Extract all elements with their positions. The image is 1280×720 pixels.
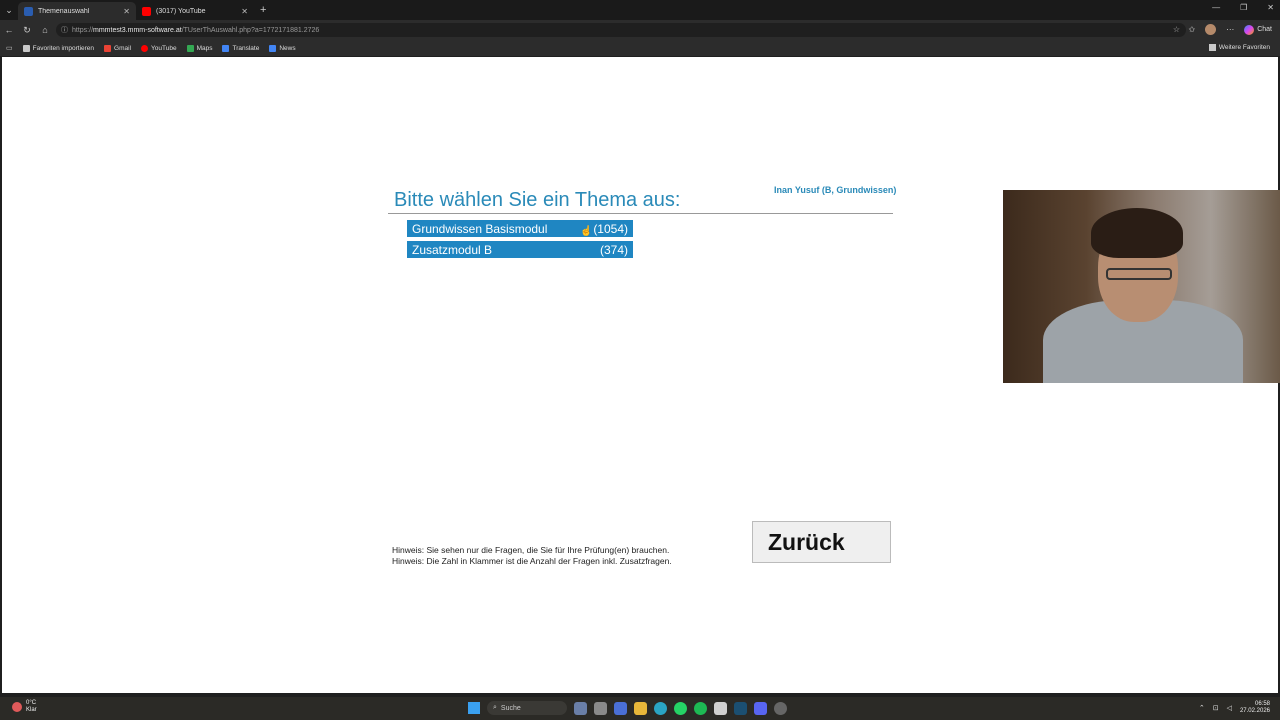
topic-name: Grundwissen Basismodul (412, 221, 548, 236)
folder-icon (1208, 44, 1216, 51)
steam-icon[interactable] (734, 701, 747, 715)
tab-title: Themenauswahl (38, 7, 90, 15)
spotify-icon[interactable] (694, 701, 707, 715)
file-explorer-icon[interactable] (634, 701, 647, 715)
copilot-icon (1244, 24, 1255, 35)
weather-icon (12, 702, 22, 712)
app-icon[interactable] (614, 701, 627, 715)
gmail-icon (104, 44, 112, 52)
hand-cursor-icon: ☝ (580, 226, 593, 237)
network-icon[interactable]: ⊡ (1213, 704, 1219, 712)
bookmark-label: Favoriten importieren (32, 44, 95, 52)
tab-actions-menu-icon[interactable]: ▭ (6, 44, 13, 52)
webcam-person-glasses (1106, 268, 1172, 280)
widgets-icon[interactable] (594, 701, 607, 715)
topic-count: (1054) (593, 221, 628, 236)
tab-bar: ⌄ Themenauswahl ✕ (3017) YouTube ✕ + — ❐… (0, 0, 1280, 20)
bookmark-label: Gmail (114, 44, 132, 52)
app-icon[interactable] (774, 701, 787, 715)
bookmark-youtube[interactable]: YouTube (141, 44, 177, 52)
other-favorites-label: Weitere Favoriten (1218, 44, 1270, 51)
task-view-icon[interactable] (574, 701, 587, 715)
clock-time: 06:58 (1254, 701, 1270, 707)
bookmark-news[interactable]: News (269, 44, 296, 52)
back-button[interactable]: Zurück (752, 521, 891, 563)
hint-text: Hinweis: Sie sehen nur die Fragen, die S… (392, 545, 670, 555)
translate-icon (222, 44, 230, 52)
bookmark-maps[interactable]: Maps (186, 44, 213, 52)
taskbar-search[interactable]: ⌕ Suche (487, 701, 567, 715)
site-favicon-icon (24, 6, 33, 16)
bookmark-label: Maps (196, 44, 213, 52)
favorite-star-icon[interactable]: ☆ (1173, 25, 1180, 34)
bookmark-label: News (279, 44, 296, 52)
topic-count: (374) (599, 242, 628, 257)
hint-text: Hinweis: Die Zahl in Klammer ist die Anz… (392, 556, 672, 566)
bookmark-translate[interactable]: Translate (222, 44, 260, 52)
clock[interactable]: 06:58 27.02.2026 (1240, 701, 1270, 715)
other-favorites[interactable]: Weitere Favoriten (1208, 44, 1270, 51)
bookmark-import-favorites[interactable]: Favoriten importieren (22, 44, 95, 52)
url-prefix: https:// (72, 26, 94, 34)
chat-label: Chat (1257, 26, 1272, 33)
tab-youtube[interactable]: (3017) YouTube ✕ (136, 2, 254, 20)
tab-actions-icon[interactable]: ⌄ (0, 0, 18, 20)
webcam-person-hair (1091, 208, 1183, 258)
youtube-favicon-icon (142, 6, 151, 16)
tab-title: (3017) YouTube (156, 7, 206, 15)
bookmark-label: YouTube (151, 44, 177, 52)
system-tray: ⌃ ⊡ ◁ 06:58 27.02.2026 (1199, 701, 1270, 715)
volume-icon[interactable]: ◁ (1227, 704, 1232, 712)
site-info-icon[interactable]: ⓘ (61, 25, 68, 35)
taskbar-apps: ⌕ Suche (468, 701, 787, 715)
new-tab-icon[interactable]: + (260, 4, 266, 16)
topic-name: Zusatzmodul B (412, 242, 493, 257)
close-window-icon[interactable]: ✕ (1267, 3, 1274, 12)
window-controls: — ❐ ✕ (1212, 3, 1274, 12)
maximize-icon[interactable]: ❐ (1240, 3, 1247, 12)
folder-icon (22, 44, 30, 52)
clock-date: 27.02.2026 (1239, 708, 1270, 714)
home-icon[interactable]: ⌂ (36, 25, 54, 35)
user-info: Inan Yusuf (B, Grundwissen) (774, 185, 897, 195)
windows-start-icon[interactable] (468, 702, 480, 714)
url-host: mmmtest3.mmm-software.at (93, 26, 182, 34)
search-label: Suche (500, 704, 521, 712)
app-icon[interactable] (714, 701, 727, 715)
weather-temp: 0°C (26, 700, 37, 706)
profile-avatar[interactable] (1205, 24, 1217, 35)
search-icon: ⌕ (493, 704, 497, 711)
bookmarks-bar: ▭ Favoriten importieren Gmail YouTube Ma… (0, 40, 1280, 56)
discord-icon[interactable] (754, 701, 767, 715)
close-tab-icon[interactable]: ✕ (241, 7, 248, 16)
divider (388, 213, 893, 214)
maps-icon (186, 44, 194, 52)
copilot-chat-button[interactable]: Chat (1244, 24, 1272, 35)
weather-desc: Klar (26, 707, 37, 713)
back-arrow-icon[interactable]: ← (0, 25, 18, 35)
browser-toolbar-right: ✩ ⋯ Chat (1189, 24, 1272, 35)
url-path: /TUserThAuswahl.php?a=1772171881.2726 (181, 26, 320, 34)
webcam-overlay (1003, 190, 1280, 383)
edge-icon[interactable] (654, 701, 667, 715)
reload-icon[interactable]: ↻ (18, 25, 36, 36)
address-bar[interactable]: ⓘ https://mmmtest3.mmm-software.at/TUser… (56, 23, 1186, 37)
minimize-icon[interactable]: — (1212, 3, 1220, 12)
topic-grundwissen-basismodul[interactable]: Grundwissen Basismodul (1054) (407, 220, 633, 237)
page-title: Bitte wählen Sie ein Thema aus: (394, 189, 681, 211)
chevron-up-icon[interactable]: ⌃ (1199, 704, 1205, 712)
taskbar: 0°C Klar ⌕ Suche ⌃ ⊡ ◁ 06:58 27.02.2026 (0, 697, 1280, 720)
news-icon (269, 44, 277, 52)
bookmark-gmail[interactable]: Gmail (104, 44, 132, 52)
more-menu-icon[interactable]: ⋯ (1226, 25, 1234, 34)
tab-themenauswahl[interactable]: Themenauswahl ✕ (18, 2, 136, 20)
bookmark-label: Translate (232, 44, 260, 52)
navigation-bar: ← ↻ ⌂ ⓘ https://mmmtest3.mmm-software.at… (0, 20, 1280, 40)
close-tab-icon[interactable]: ✕ (123, 7, 130, 16)
favorites-icon[interactable]: ✩ (1189, 25, 1196, 34)
whatsapp-icon[interactable] (674, 701, 687, 715)
youtube-icon (141, 44, 149, 52)
topic-zusatzmodul-b[interactable]: Zusatzmodul B (374) (407, 241, 633, 258)
weather-widget[interactable]: 0°C Klar (12, 700, 37, 714)
